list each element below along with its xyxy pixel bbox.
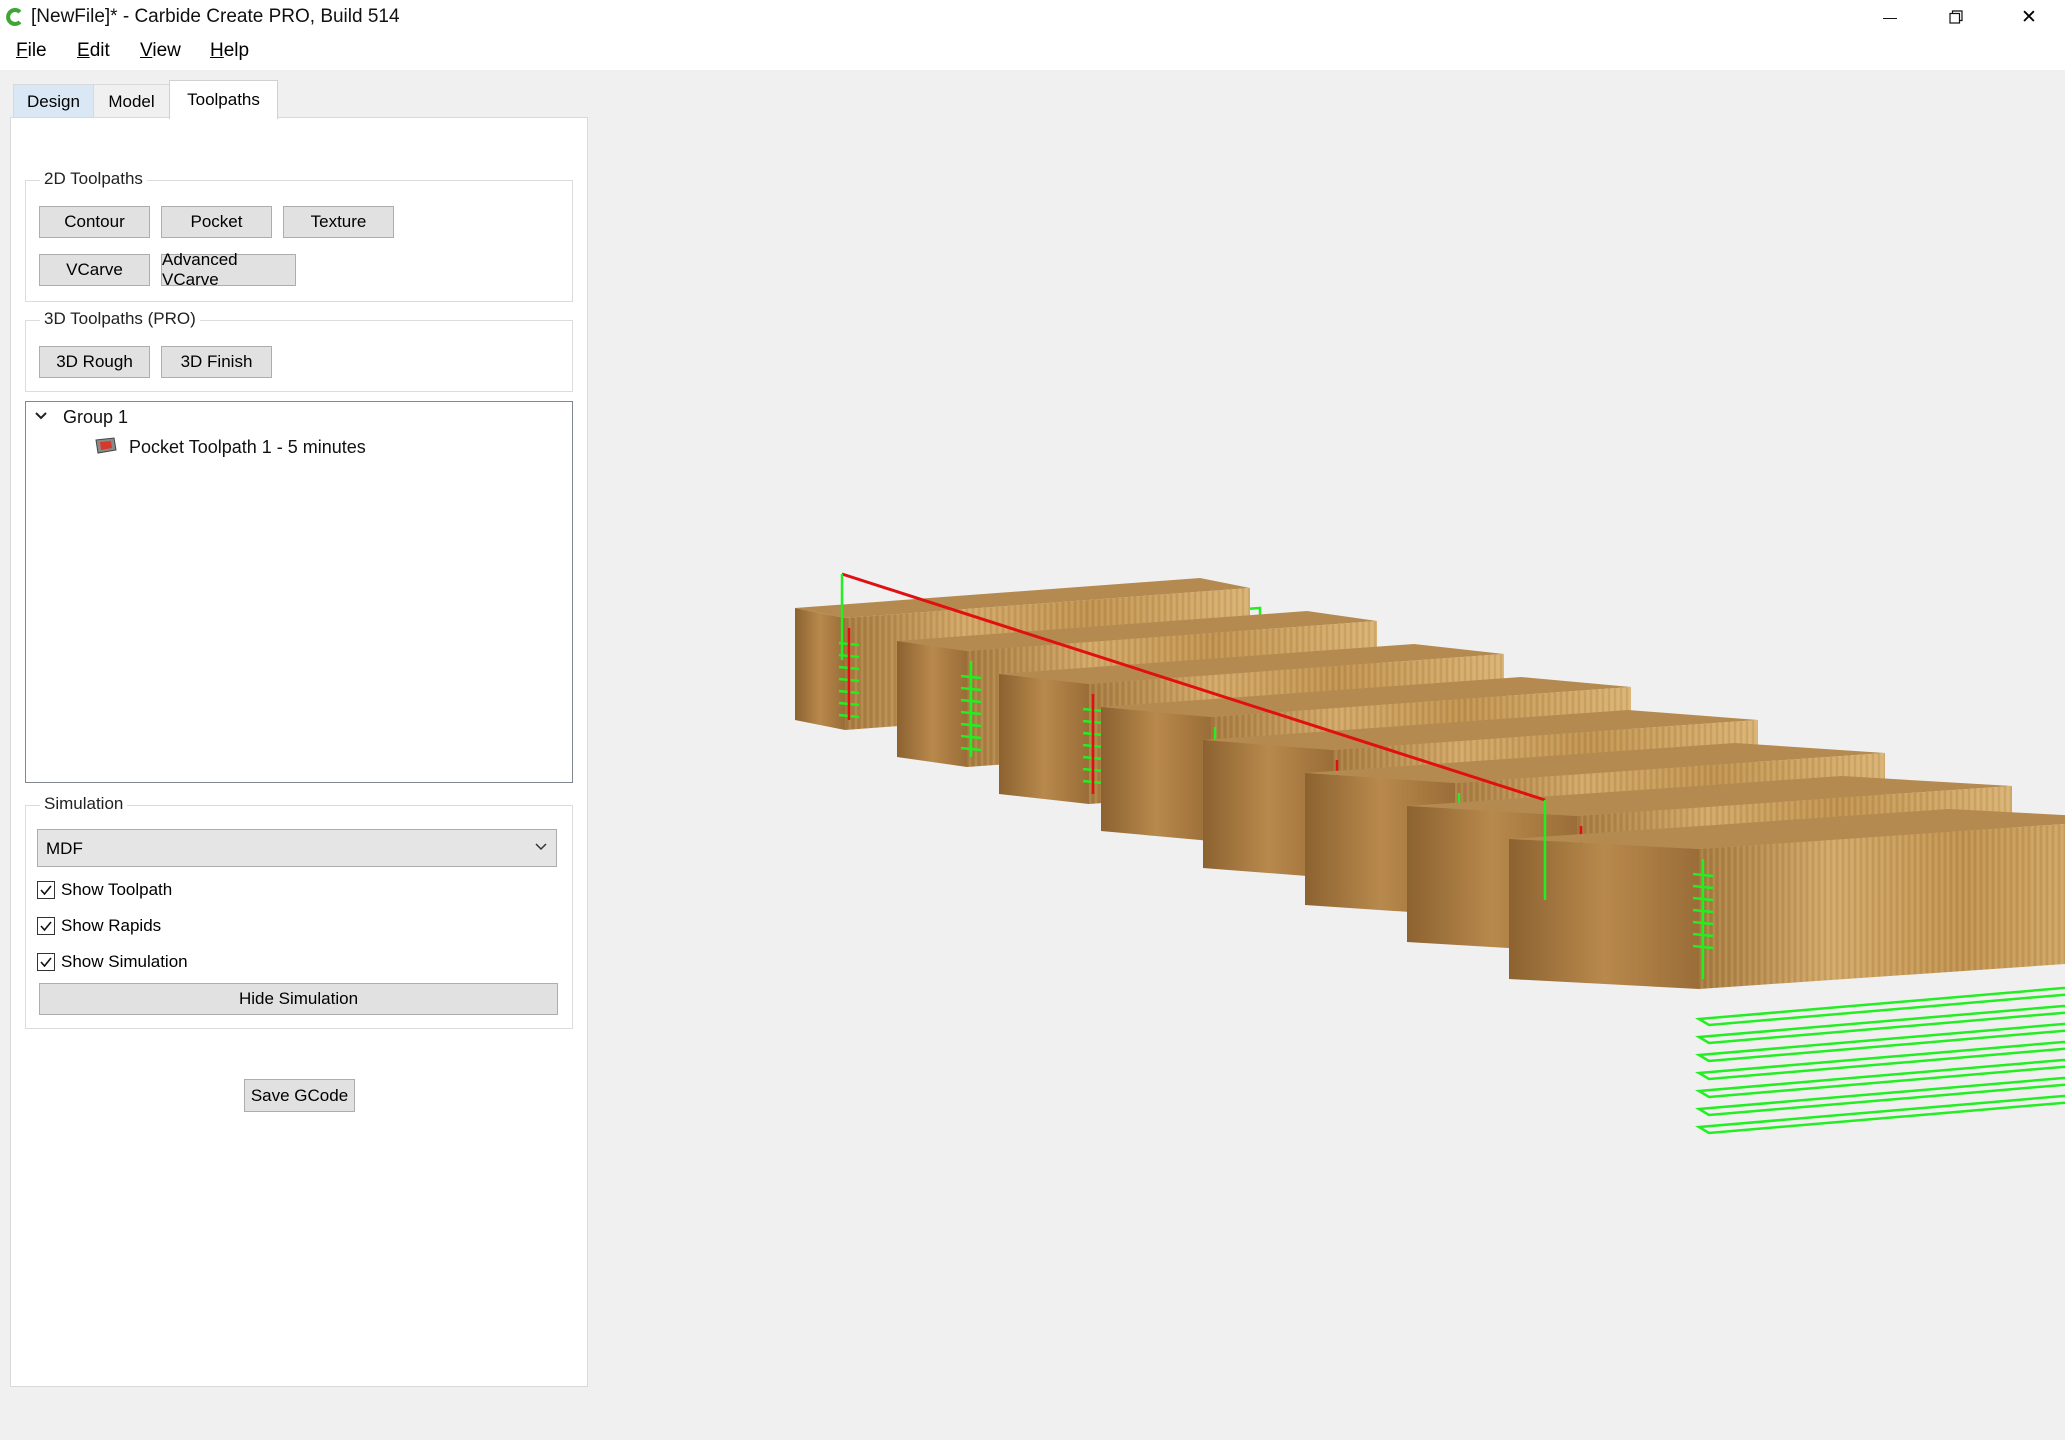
- menu-file[interactable]: File: [16, 40, 47, 62]
- menu-view[interactable]: View: [140, 40, 181, 62]
- minimize-icon: —: [1883, 9, 1897, 25]
- show-toolpath-row[interactable]: Show Toolpath: [37, 879, 172, 901]
- simulation-title: Simulation: [40, 794, 128, 814]
- checkmark-icon: [40, 885, 52, 896]
- 3d-viewport[interactable]: [590, 70, 2065, 1440]
- checkmark-icon: [40, 957, 52, 968]
- menu-bar: File Edit View Help: [0, 34, 2065, 70]
- toolpaths-panel: 2D Toolpaths Contour Pocket Texture VCar…: [10, 117, 588, 1387]
- show-simulation-row[interactable]: Show Simulation: [37, 951, 188, 973]
- toolpaths-2d-title: 2D Toolpaths: [40, 169, 147, 189]
- title-bar: [NewFile]* - Carbide Create PRO, Build 5…: [0, 0, 2065, 34]
- tab-design[interactable]: Design: [13, 84, 94, 118]
- tab-toolpaths[interactable]: Toolpaths: [169, 80, 278, 119]
- 3d-finish-button[interactable]: 3D Finish: [161, 346, 272, 378]
- close-icon: ✕: [2021, 6, 2037, 28]
- show-toolpath-checkbox[interactable]: [37, 881, 55, 899]
- show-rapids-checkbox[interactable]: [37, 917, 55, 935]
- pocket-button[interactable]: Pocket: [161, 206, 272, 238]
- show-rapids-row[interactable]: Show Rapids: [37, 915, 161, 937]
- vcarve-button[interactable]: VCarve: [39, 254, 150, 286]
- toolpaths-3d-title: 3D Toolpaths (PRO): [40, 309, 200, 329]
- window-title: [NewFile]* - Carbide Create PRO, Build 5…: [31, 6, 400, 27]
- save-gcode-button[interactable]: Save GCode: [244, 1079, 355, 1112]
- checkmark-icon: [40, 921, 52, 932]
- tree-item-pocket-toolpath[interactable]: Pocket Toolpath 1 - 5 minutes: [129, 437, 366, 458]
- 3d-rough-button[interactable]: 3D Rough: [39, 346, 150, 378]
- restore-button[interactable]: [1923, 0, 1989, 34]
- chevron-down-icon[interactable]: [34, 410, 48, 422]
- carbide-app-icon: [6, 8, 22, 26]
- block-end-face: [999, 674, 1089, 804]
- tab-model[interactable]: Model: [93, 84, 170, 118]
- block-end-face: [795, 608, 845, 730]
- wood-block: [1509, 809, 2065, 989]
- show-toolpath-label: Show Toolpath: [61, 880, 173, 899]
- restore-icon: [1949, 10, 1963, 24]
- block-end-face: [897, 641, 967, 767]
- material-select-value: MDF: [46, 839, 83, 858]
- texture-button[interactable]: Texture: [283, 206, 394, 238]
- pocket-toolpath-icon: [95, 437, 117, 454]
- minimize-button[interactable]: —: [1857, 0, 1923, 34]
- block-end-face: [1101, 707, 1211, 841]
- menu-help[interactable]: Help: [210, 40, 249, 62]
- show-rapids-label: Show Rapids: [61, 916, 162, 935]
- tree-group-label[interactable]: Group 1: [63, 407, 128, 428]
- menu-edit[interactable]: Edit: [77, 40, 110, 62]
- show-simulation-checkbox[interactable]: [37, 953, 55, 971]
- show-simulation-label: Show Simulation: [61, 952, 188, 971]
- hide-simulation-button[interactable]: Hide Simulation: [39, 983, 558, 1015]
- material-select[interactable]: MDF: [37, 829, 557, 867]
- chevron-down-icon: [535, 843, 547, 851]
- toolpath-tree[interactable]: Group 1 Pocket Toolpath 1 - 5 minutes: [25, 401, 573, 783]
- contour-button[interactable]: Contour: [39, 206, 150, 238]
- simulation-canvas: [795, 572, 2065, 1135]
- advanced-vcarve-button[interactable]: Advanced VCarve: [161, 250, 296, 289]
- close-button[interactable]: ✕: [1996, 0, 2062, 34]
- block-end-face: [1509, 839, 1699, 989]
